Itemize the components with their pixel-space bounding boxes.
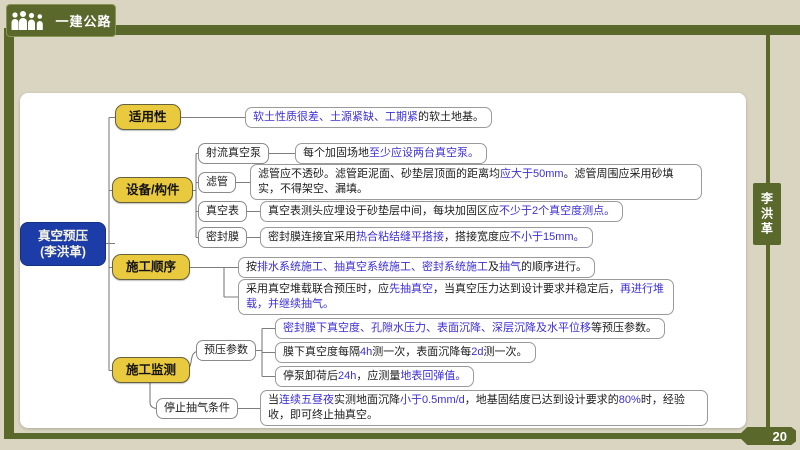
subtopic-filter-pipe: 滤管 (198, 172, 236, 193)
leaf-filter-pipe: 滤管应不透砂。滤管距泥面、砂垫层顶面的距离均应大于50mm。滤管周围应采用砂填实… (250, 164, 702, 200)
subtopic-preload-params: 预压参数 (196, 340, 256, 361)
leaf-applicability: 软土性质很差、土源紧缺、工期紧的软土地基。 (245, 107, 492, 128)
leaf-preload-params-1: 密封膜下真空度、孔隙水压力、表面沉降、深层沉降及水平位移等预压参数。 (275, 318, 665, 339)
page-number-badge: 20 (738, 427, 796, 445)
topic-monitoring: 施工监测 (112, 357, 191, 383)
brand-badge: 一建公路 (6, 4, 116, 37)
top-accent-bar (104, 25, 800, 35)
subtopic-stop-condition: 停止抽气条件 (156, 398, 238, 419)
topic-sequence: 施工顺序 (112, 254, 191, 280)
leaf-sealing-membrane: 密封膜连接宜采用热合粘结缝平搭接，搭接宽度应不小于15mm。 (260, 227, 593, 248)
leaf-preload-params-2: 膜下真空度每隔4h测一次，表面沉降每2d测一次。 (275, 342, 536, 363)
leaf-stop-condition: 当连续五昼夜实测地面沉降小于0.5mm/d，地基固结度已达到设计要求的80%时，… (260, 390, 708, 426)
bottom-accent-line (4, 433, 748, 439)
leaf-sequence-1: 按排水系统施工、抽真空系统施工、密封系统施工及抽气的顺序进行。 (238, 257, 595, 278)
subtopic-jet-pump: 射流真空泵 (198, 143, 269, 164)
subtopic-sealing-membrane: 密封膜 (198, 227, 247, 248)
slide: 一建公路 李洪革 20 真空预压 (李洪革) 适用性 设备/构件 施工顺序 施工… (0, 0, 800, 450)
topic-applicability: 适用性 (115, 104, 181, 130)
left-accent-bar (4, 28, 14, 436)
leaf-vacuum-gauge: 真空表测头应埋设于砂垫层中间，每块加固区应不少于2个真空度测点。 (260, 201, 624, 222)
brand-text: 一建公路 (55, 14, 112, 29)
subtopic-vacuum-gauge: 真空表 (198, 201, 247, 222)
people-icon (11, 10, 44, 30)
mindmap-root-node: 真空预压 (李洪革) (20, 222, 106, 266)
leaf-sequence-2: 采用真空堆载联合预压时，应先抽真空，当真空压力达到设计要求并稳定后，再进行堆载，… (238, 279, 674, 315)
topic-equipment: 设备/构件 (112, 177, 194, 203)
leaf-jet-pump: 每个加固场地至少应设两台真空泵。 (295, 143, 487, 164)
root-title-line1: 真空预压 (37, 229, 88, 243)
root-title-line2: (李洪革) (40, 245, 86, 259)
leaf-preload-params-3: 停泵卸荷后24h，应测量地表回弹值。 (275, 366, 475, 387)
author-banner: 李洪革 (753, 183, 781, 245)
